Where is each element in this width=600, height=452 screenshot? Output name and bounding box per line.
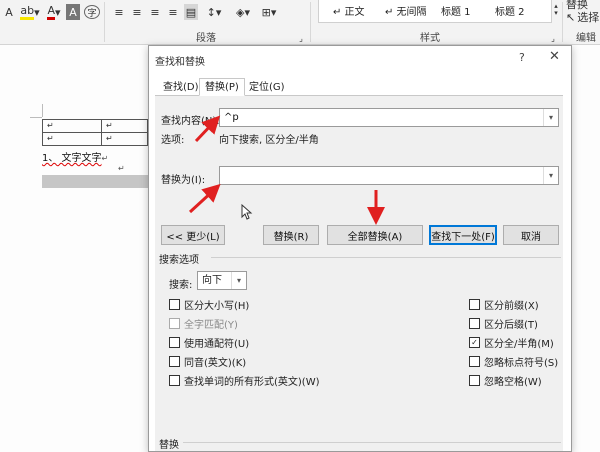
arrow-to-find-field xyxy=(194,115,221,143)
annotation-arrows xyxy=(188,115,385,225)
tab-replace[interactable]: 替换(P) xyxy=(199,78,245,96)
arrow-to-replace-field xyxy=(188,183,221,214)
mouse-cursor-icon xyxy=(241,204,253,220)
